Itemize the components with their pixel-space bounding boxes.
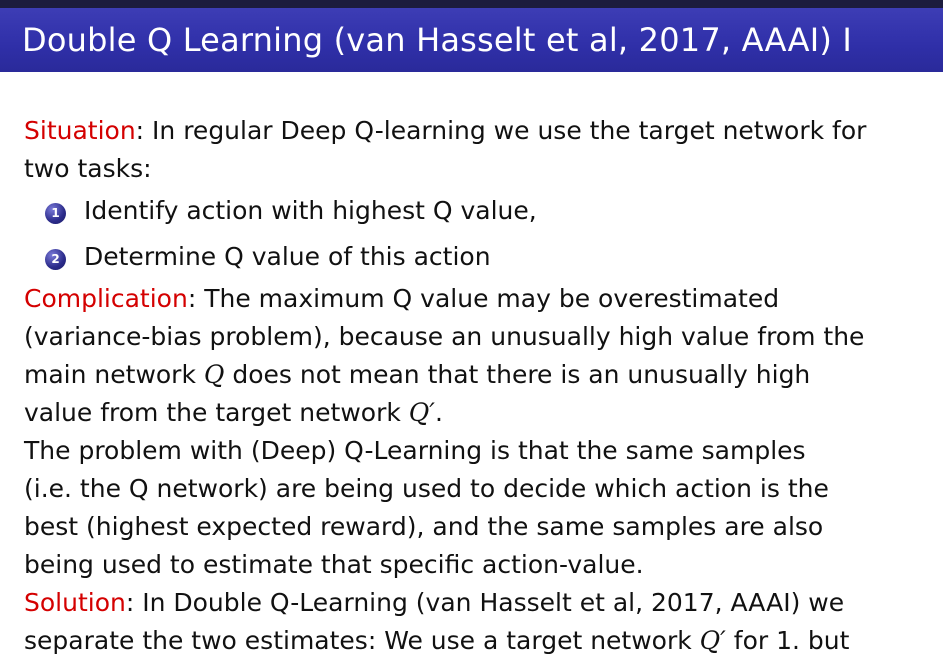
number-bullet-icon: 1 xyxy=(45,203,66,224)
slide-title: Double Q Learning (van Hasselt et al, 20… xyxy=(22,21,853,59)
solution-text-1: : In Double Q-Learning (van Hasselt et a… xyxy=(125,588,845,617)
solution-text-2b: for 1. but xyxy=(725,626,850,655)
complication-text-4a: value from the target network xyxy=(24,398,409,427)
top-dark-strip xyxy=(0,0,943,8)
slide-body: Situation: In regular Deep Q-learning we… xyxy=(24,112,924,660)
complication-text-1: : The maximum Q value may be overestimat… xyxy=(187,284,780,313)
complication-line-3: main network Q does not mean that there … xyxy=(24,356,924,394)
list-item: 2 Determine Q value of this action xyxy=(24,234,924,280)
complication-label: Complication xyxy=(24,284,188,313)
solution-text-2a: separate the two estimates: We use a tar… xyxy=(24,626,700,655)
problem-text-3: best (highest expected reward), and the … xyxy=(24,512,824,541)
complication-line-4: value from the target network Q′. xyxy=(24,394,924,432)
situation-text-2: two tasks: xyxy=(24,154,152,183)
symbol-q-prime: Q′ xyxy=(699,626,726,655)
title-bar: Double Q Learning (van Hasselt et al, 20… xyxy=(0,8,943,72)
symbol-q: Q xyxy=(203,360,225,389)
number-bullet-icon: 2 xyxy=(45,249,66,270)
problem-line-1: The problem with (Deep) Q-Learning is th… xyxy=(24,432,924,470)
problem-line-2: (i.e. the Q network) are being used to d… xyxy=(24,470,924,508)
complication-text-2: (variance-bias problem), because an unus… xyxy=(24,322,865,351)
complication-line-1: Complication: The maximum Q value may be… xyxy=(24,280,924,318)
list-item-text: Determine Q value of this action xyxy=(84,242,491,271)
solution-line-1: Solution: In Double Q-Learning (van Hass… xyxy=(24,584,924,622)
list-item: 1 Identify action with highest Q value, xyxy=(24,188,924,234)
list-item-text: Identify action with highest Q value, xyxy=(84,196,537,225)
situation-line-1: Situation: In regular Deep Q-learning we… xyxy=(24,112,924,150)
solution-line-2: separate the two estimates: We use a tar… xyxy=(24,622,924,660)
symbol-q-prime: Q′ xyxy=(408,398,435,427)
complication-line-2: (variance-bias problem), because an unus… xyxy=(24,318,924,356)
problem-line-3: best (highest expected reward), and the … xyxy=(24,508,924,546)
situation-text-1: : In regular Deep Q-learning we use the … xyxy=(135,116,867,145)
problem-text-4: being used to estimate that specific act… xyxy=(24,550,644,579)
complication-text-3a: main network xyxy=(24,360,204,389)
solution-label: Solution xyxy=(24,588,126,617)
situation-label: Situation xyxy=(24,116,136,145)
situation-line-2: two tasks: xyxy=(24,150,924,188)
complication-text-3b: does not mean that there is an unusually… xyxy=(224,360,811,389)
problem-text-2: (i.e. the Q network) are being used to d… xyxy=(24,474,829,503)
problem-text-1: The problem with (Deep) Q-Learning is th… xyxy=(24,436,806,465)
complication-text-4b: . xyxy=(434,398,443,427)
problem-line-4: being used to estimate that specific act… xyxy=(24,546,924,584)
